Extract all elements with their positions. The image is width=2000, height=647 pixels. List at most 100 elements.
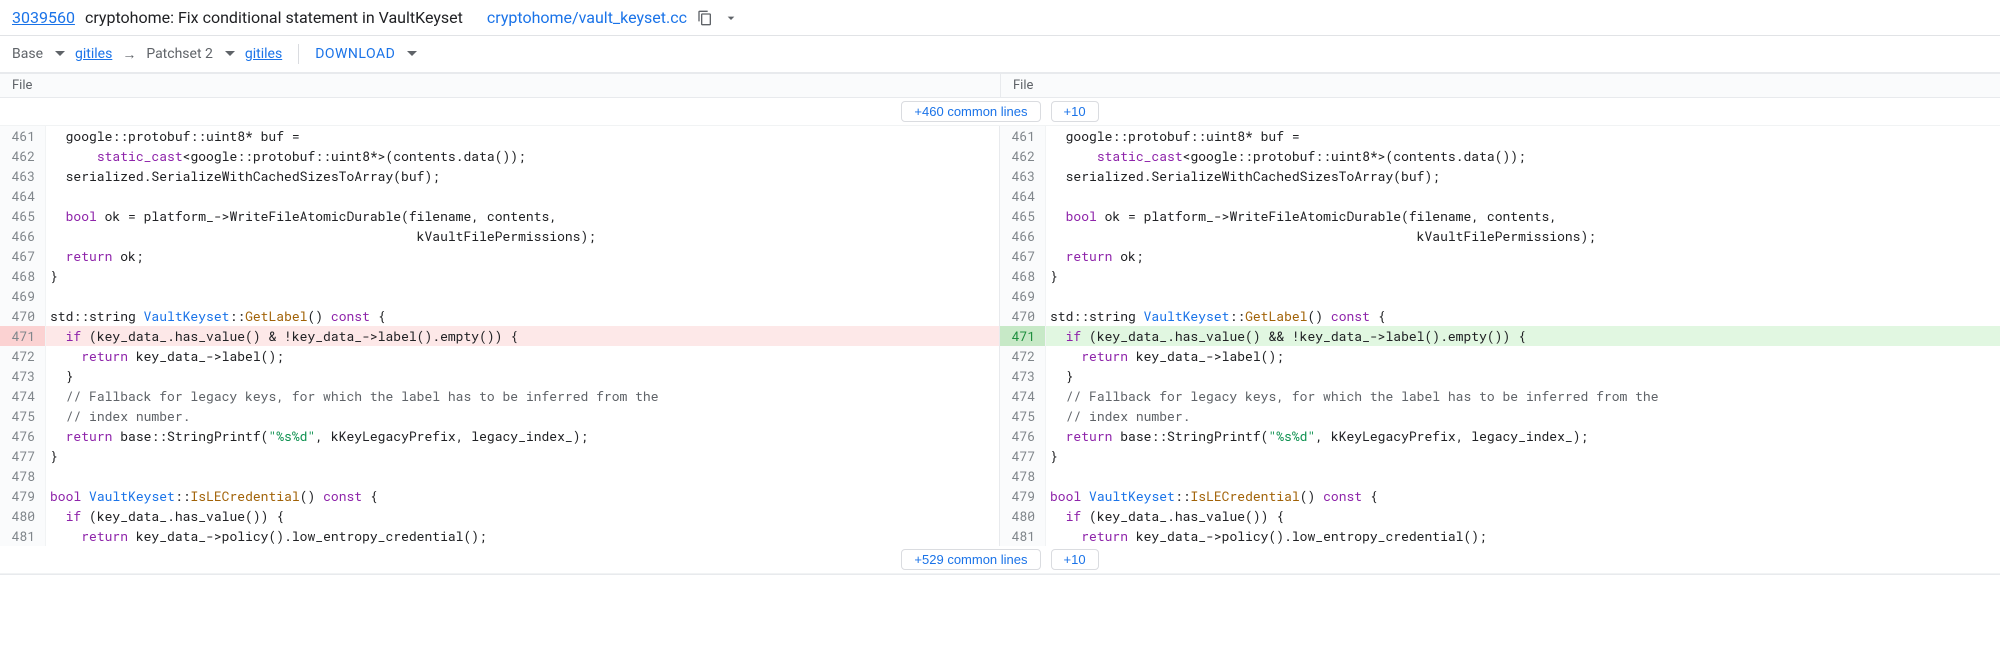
diff-row[interactable]: 478 bbox=[1000, 466, 2000, 486]
diff-row[interactable]: 472 return key_data_->label(); bbox=[0, 346, 999, 366]
code-line[interactable]: return base::StringPrintf("%s%d", kKeyLe… bbox=[46, 426, 999, 446]
expand-common-bottom-button[interactable]: +529 common lines bbox=[901, 549, 1040, 570]
diff-row[interactable]: 463 serialized.SerializeWithCachedSizesT… bbox=[1000, 166, 2000, 186]
diff-row[interactable]: 463 serialized.SerializeWithCachedSizesT… bbox=[0, 166, 999, 186]
diff-row[interactable]: 477} bbox=[0, 446, 999, 466]
diff-row[interactable]: 476 return base::StringPrintf("%s%d", kK… bbox=[0, 426, 999, 446]
code-line[interactable]: // Fallback for legacy keys, for which t… bbox=[1046, 386, 2000, 406]
gitiles-patchset-link[interactable]: gitiles bbox=[245, 46, 282, 62]
code-line[interactable]: google::protobuf::uint8* buf = bbox=[1046, 126, 2000, 146]
line-number[interactable]: 475 bbox=[1000, 406, 1046, 426]
diff-row[interactable]: 462 static_cast<google::protobuf::uint8*… bbox=[1000, 146, 2000, 166]
line-number[interactable]: 474 bbox=[1000, 386, 1046, 406]
diff-row[interactable]: 480 if (key_data_.has_value()) { bbox=[0, 506, 999, 526]
code-line[interactable]: return key_data_->label(); bbox=[46, 346, 999, 366]
expand-more-bottom-button[interactable]: +10 bbox=[1051, 549, 1099, 570]
code-line[interactable]: // Fallback for legacy keys, for which t… bbox=[46, 386, 999, 406]
diff-row[interactable]: 461 google::protobuf::uint8* buf = bbox=[1000, 126, 2000, 146]
base-label[interactable]: Base bbox=[12, 46, 43, 62]
diff-row[interactable]: 481 return key_data_->policy().low_entro… bbox=[1000, 526, 2000, 546]
line-number[interactable]: 480 bbox=[1000, 506, 1046, 526]
expand-common-top-button[interactable]: +460 common lines bbox=[901, 101, 1040, 122]
code-line[interactable]: return key_data_->label(); bbox=[1046, 346, 2000, 366]
download-dropdown-icon[interactable] bbox=[407, 49, 417, 59]
code-line[interactable]: kVaultFilePermissions); bbox=[46, 226, 999, 246]
line-number[interactable]: 481 bbox=[1000, 526, 1046, 546]
code-line[interactable]: // index number. bbox=[1046, 406, 2000, 426]
line-number[interactable]: 464 bbox=[0, 186, 46, 206]
diff-row[interactable]: 473 } bbox=[1000, 366, 2000, 386]
diff-row[interactable]: 470std::string VaultKeyset::GetLabel() c… bbox=[0, 306, 999, 326]
code-line[interactable]: if (key_data_.has_value()) { bbox=[46, 506, 999, 526]
diff-row[interactable]: 475 // index number. bbox=[1000, 406, 2000, 426]
code-line[interactable]: bool ok = platform_->WriteFileAtomicDura… bbox=[1046, 206, 2000, 226]
code-line[interactable]: bool VaultKeyset::IsLECredential() const… bbox=[46, 486, 999, 506]
code-line[interactable]: } bbox=[1046, 366, 2000, 386]
code-line[interactable]: } bbox=[46, 266, 999, 286]
expand-more-top-button[interactable]: +10 bbox=[1051, 101, 1099, 122]
line-number[interactable]: 461 bbox=[0, 126, 46, 146]
diff-row[interactable]: 470std::string VaultKeyset::GetLabel() c… bbox=[1000, 306, 2000, 326]
code-line[interactable]: if (key_data_.has_value()) { bbox=[1046, 506, 2000, 526]
line-number[interactable]: 469 bbox=[1000, 286, 1046, 306]
code-line[interactable]: } bbox=[1046, 266, 2000, 286]
diff-row[interactable]: 467 return ok; bbox=[0, 246, 999, 266]
code-line[interactable]: if (key_data_.has_value() & !key_data_->… bbox=[46, 326, 999, 346]
patchset-dropdown-icon[interactable] bbox=[225, 49, 235, 59]
patchset-label[interactable]: Patchset 2 bbox=[146, 46, 213, 62]
line-number[interactable]: 477 bbox=[0, 446, 46, 466]
diff-row[interactable]: 479bool VaultKeyset::IsLECredential() co… bbox=[1000, 486, 2000, 506]
code-line[interactable]: return base::StringPrintf("%s%d", kKeyLe… bbox=[1046, 426, 2000, 446]
code-line[interactable]: bool VaultKeyset::IsLECredential() const… bbox=[1046, 486, 2000, 506]
code-line[interactable]: return ok; bbox=[46, 246, 999, 266]
line-number[interactable]: 469 bbox=[0, 286, 46, 306]
line-number[interactable]: 463 bbox=[1000, 166, 1046, 186]
diff-row[interactable]: 477} bbox=[1000, 446, 2000, 466]
copy-path-icon[interactable] bbox=[697, 10, 713, 26]
diff-row[interactable]: 473 } bbox=[0, 366, 999, 386]
code-line[interactable]: return ok; bbox=[1046, 246, 2000, 266]
diff-row[interactable]: 464 bbox=[0, 186, 999, 206]
code-line[interactable]: kVaultFilePermissions); bbox=[1046, 226, 2000, 246]
gitiles-base-link[interactable]: gitiles bbox=[75, 46, 112, 62]
diff-row[interactable]: 468} bbox=[1000, 266, 2000, 286]
diff-row[interactable]: 479bool VaultKeyset::IsLECredential() co… bbox=[0, 486, 999, 506]
diff-row[interactable]: 475 // index number. bbox=[0, 406, 999, 426]
diff-row[interactable]: 474 // Fallback for legacy keys, for whi… bbox=[0, 386, 999, 406]
code-line[interactable]: serialized.SerializeWithCachedSizesToArr… bbox=[46, 166, 999, 186]
code-line[interactable]: bool ok = platform_->WriteFileAtomicDura… bbox=[46, 206, 999, 226]
code-line[interactable]: if (key_data_.has_value() && !key_data_-… bbox=[1046, 326, 2000, 346]
change-id-link[interactable]: 3039560 bbox=[12, 8, 75, 27]
diff-row[interactable]: 466 kVaultFilePermissions); bbox=[1000, 226, 2000, 246]
code-line[interactable]: static_cast<google::protobuf::uint8*>(co… bbox=[46, 146, 999, 166]
line-number[interactable]: 479 bbox=[1000, 486, 1046, 506]
line-number[interactable]: 464 bbox=[1000, 186, 1046, 206]
diff-row[interactable]: 469 bbox=[0, 286, 999, 306]
line-number[interactable]: 474 bbox=[0, 386, 46, 406]
diff-row[interactable]: 481 return key_data_->policy().low_entro… bbox=[0, 526, 999, 546]
line-number[interactable]: 481 bbox=[0, 526, 46, 546]
line-number[interactable]: 472 bbox=[0, 346, 46, 366]
line-number[interactable]: 466 bbox=[0, 226, 46, 246]
code-line[interactable]: } bbox=[46, 446, 999, 466]
diff-row[interactable]: 472 return key_data_->label(); bbox=[1000, 346, 2000, 366]
line-number[interactable]: 473 bbox=[0, 366, 46, 386]
diff-row[interactable]: 480 if (key_data_.has_value()) { bbox=[1000, 506, 2000, 526]
line-number[interactable]: 465 bbox=[1000, 206, 1046, 226]
line-number[interactable]: 467 bbox=[1000, 246, 1046, 266]
diff-row[interactable]: 467 return ok; bbox=[1000, 246, 2000, 266]
line-number[interactable]: 479 bbox=[0, 486, 46, 506]
line-number[interactable]: 471 bbox=[1000, 326, 1046, 346]
line-number[interactable]: 478 bbox=[0, 466, 46, 486]
diff-row[interactable]: 462 static_cast<google::protobuf::uint8*… bbox=[0, 146, 999, 166]
line-number[interactable]: 478 bbox=[1000, 466, 1046, 486]
line-number[interactable]: 476 bbox=[0, 426, 46, 446]
line-number[interactable]: 467 bbox=[0, 246, 46, 266]
line-number[interactable]: 477 bbox=[1000, 446, 1046, 466]
code-line[interactable]: } bbox=[1046, 446, 2000, 466]
line-number[interactable]: 465 bbox=[0, 206, 46, 226]
code-line[interactable]: // index number. bbox=[46, 406, 999, 426]
diff-row[interactable]: 468} bbox=[0, 266, 999, 286]
code-line[interactable]: serialized.SerializeWithCachedSizesToArr… bbox=[1046, 166, 2000, 186]
file-dropdown-icon[interactable] bbox=[723, 10, 739, 26]
